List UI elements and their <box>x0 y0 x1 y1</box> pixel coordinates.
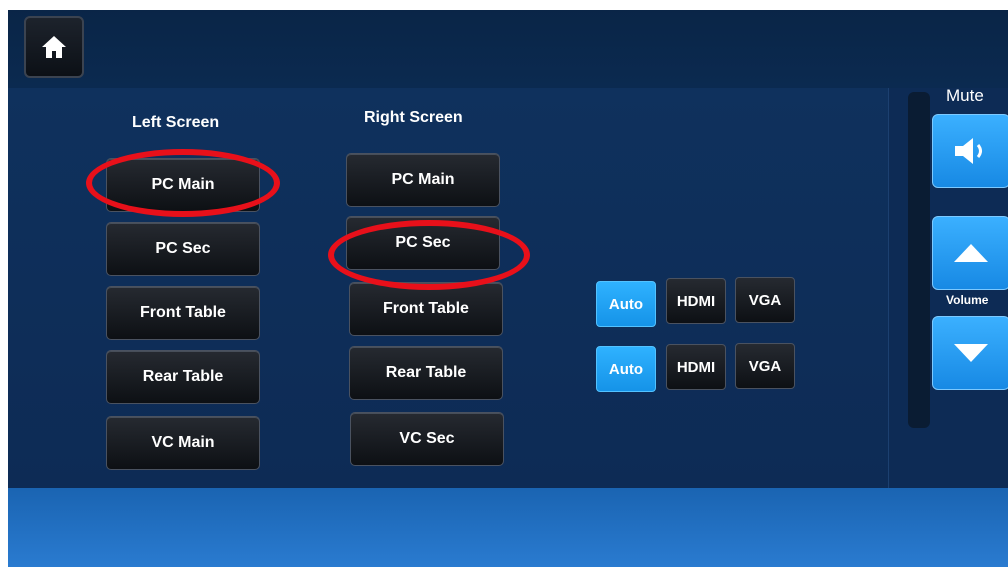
right-front-table-button[interactable]: Front Table <box>349 282 503 336</box>
row1-auto-button[interactable]: Auto <box>596 281 656 327</box>
touch-panel-screen: Left Screen Right Screen PC Main PC Sec … <box>8 10 1008 567</box>
speaker-icon <box>955 138 982 164</box>
triangle-down-icon <box>954 344 988 362</box>
triangle-up-icon <box>954 244 988 262</box>
volume-down-button[interactable] <box>932 316 1008 390</box>
right-screen-heading: Right Screen <box>364 109 463 126</box>
left-screen-heading: Left Screen <box>132 114 220 131</box>
right-pc-sec-button[interactable]: PC Sec <box>346 216 500 270</box>
mute-label: Mute <box>946 86 984 105</box>
header-bar <box>8 10 1008 88</box>
row2-auto-button[interactable]: Auto <box>596 346 656 392</box>
home-icon <box>42 36 66 58</box>
home-button[interactable] <box>24 16 84 78</box>
row1-vga-button[interactable]: VGA <box>735 277 795 323</box>
right-rear-table-button[interactable]: Rear Table <box>349 346 503 400</box>
volume-track[interactable] <box>908 92 930 428</box>
row2-vga-button[interactable]: VGA <box>735 343 795 389</box>
right-vc-sec-button[interactable]: VC Sec <box>350 412 504 466</box>
volume-label: Volume <box>946 293 989 307</box>
row2-hdmi-button[interactable]: HDMI <box>666 344 726 390</box>
left-front-table-button[interactable]: Front Table <box>106 286 260 340</box>
left-rear-table-button[interactable]: Rear Table <box>106 350 260 404</box>
left-pc-sec-button[interactable]: PC Sec <box>106 222 260 276</box>
left-pc-main-button[interactable]: PC Main <box>106 158 260 212</box>
volume-up-button[interactable] <box>932 216 1008 290</box>
left-vc-main-button[interactable]: VC Main <box>106 416 260 470</box>
right-pc-main-button[interactable]: PC Main <box>346 153 500 207</box>
footer-bar <box>8 488 1008 567</box>
mute-button[interactable] <box>932 114 1008 188</box>
row1-hdmi-button[interactable]: HDMI <box>666 278 726 324</box>
